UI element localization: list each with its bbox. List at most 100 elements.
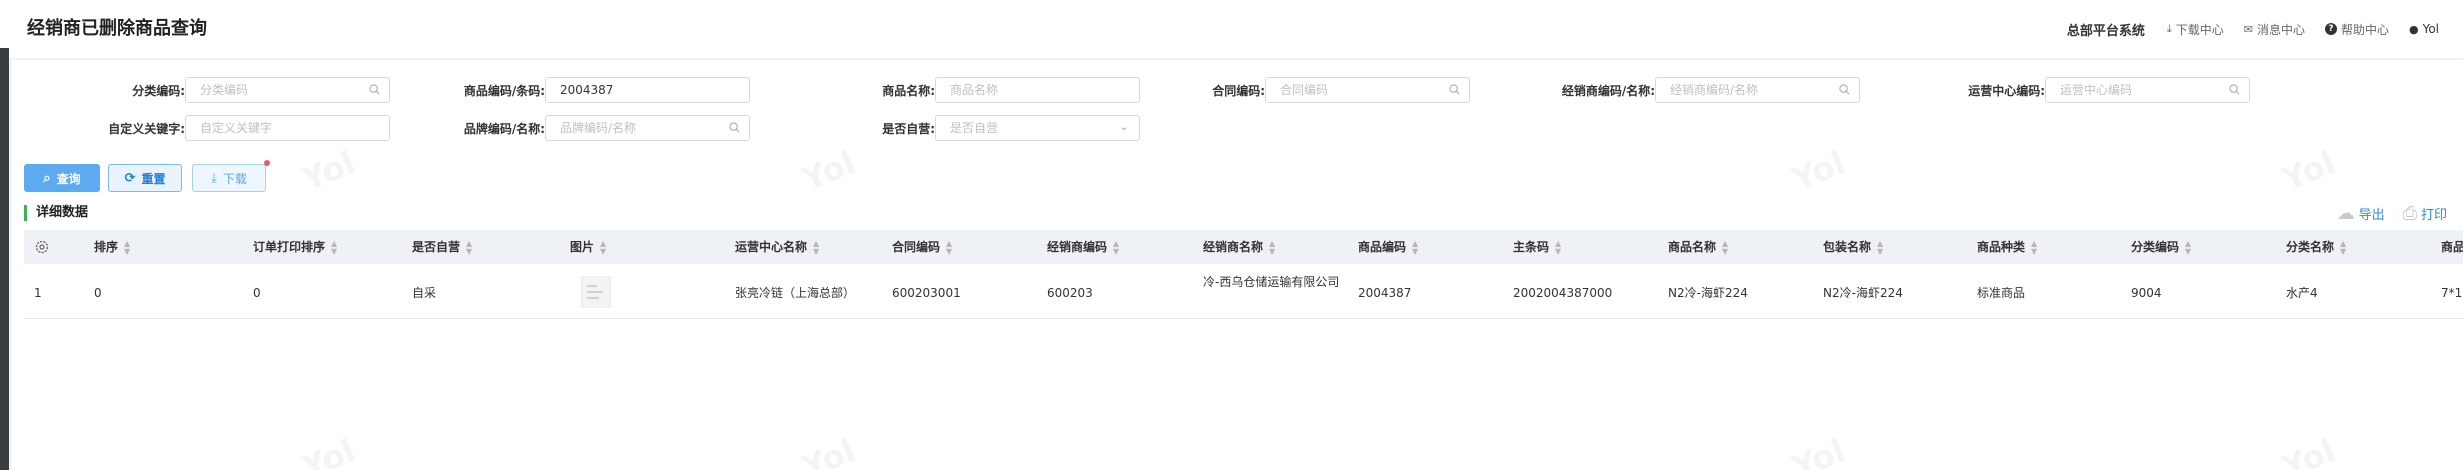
search-icon[interactable] xyxy=(369,84,380,95)
download-button[interactable]: ⤓ 下载 xyxy=(192,164,266,192)
contract-code-input[interactable]: 合同编码 xyxy=(1265,77,1470,103)
self-operated-label: 是否自营: xyxy=(882,122,935,136)
sort-icon[interactable]: ▲ ▼ xyxy=(1877,239,1883,256)
category-code-input[interactable]: 分类编码 xyxy=(185,77,390,103)
sort-icon[interactable]: ▲ ▼ xyxy=(1113,239,1119,256)
export-label: 导出 xyxy=(2358,208,2385,223)
sort-icon[interactable]: ▲ ▼ xyxy=(2185,239,2191,256)
watermark: Yol xyxy=(1787,143,1851,198)
sort-icon[interactable]: ▲ ▼ xyxy=(2031,239,2037,256)
column-header-label: 包装名称 xyxy=(1823,240,1872,254)
column-header-label: 运营中心名称 xyxy=(735,240,808,254)
sort-icon[interactable]: ▲ ▼ xyxy=(946,239,952,256)
column-header[interactable]: 订单打印排序 ▲ ▼ xyxy=(253,230,337,264)
column-header[interactable]: 主条码 ▲ ▼ xyxy=(1513,230,1561,264)
ops-center-input[interactable]: 运营中心编码 xyxy=(2045,77,2250,103)
search-icon[interactable] xyxy=(1449,84,1460,95)
column-header[interactable]: 分类编码 ▲ ▼ xyxy=(2131,230,2191,264)
export-button[interactable]: ☁ 导出 xyxy=(2337,203,2385,224)
column-header-label: 商品编码 xyxy=(1358,240,1407,254)
search-icon[interactable] xyxy=(2229,84,2240,95)
sort-icon[interactable]: ▲ ▼ xyxy=(2340,239,2346,256)
cell-contract: 600203001 xyxy=(892,286,961,300)
cell-dealer-name: 冷-西乌仓储运输有限公司 xyxy=(1203,275,1340,289)
gear-icon[interactable] xyxy=(34,239,50,255)
left-sidebar-strip xyxy=(0,0,9,470)
sort-icon[interactable]: ▲ ▼ xyxy=(1555,239,1561,256)
column-header[interactable]: 图片 ▲ ▼ xyxy=(570,230,606,264)
column-header[interactable]: 排序 ▲ ▼ xyxy=(94,230,130,264)
cell-extra: 7*1 xyxy=(2441,286,2463,300)
sort-icon[interactable]: ▲ ▼ xyxy=(1269,239,1275,256)
column-header[interactable]: 包装名称 ▲ ▼ xyxy=(1823,230,1883,264)
cell-category-name: 水产4 xyxy=(2286,286,2318,300)
contract-code-label: 合同编码: xyxy=(1212,84,1265,98)
product-code-value: 2004387 xyxy=(560,83,614,97)
product-name-input[interactable]: 商品名称 xyxy=(935,77,1140,103)
query-button[interactable]: ⌕ 查询 xyxy=(24,164,100,192)
ops-center-placeholder: 运营中心编码 xyxy=(2060,83,2133,97)
user-icon: ● xyxy=(2408,22,2419,36)
column-header[interactable]: 经销商编码 ▲ ▼ xyxy=(1047,230,1119,264)
product-code-input[interactable]: 2004387 xyxy=(545,77,750,103)
chevron-down-icon: ⌄ xyxy=(1119,122,1128,133)
cell-print-sort: 0 xyxy=(253,286,261,300)
column-header[interactable]: 商品名称 ▲ ▼ xyxy=(1668,230,1728,264)
watermark: Yol xyxy=(797,143,861,198)
sort-icon[interactable]: ▲ ▼ xyxy=(600,239,606,256)
sort-icon[interactable]: ▲ ▼ xyxy=(1722,239,1728,256)
column-header-label: 是否自营 xyxy=(412,240,461,254)
column-header-label: 分类编码 xyxy=(2131,240,2180,254)
column-header[interactable]: 商品编码 ▲ ▼ xyxy=(1358,230,1418,264)
product-thumbnail[interactable] xyxy=(581,276,611,308)
column-header[interactable]: 运营中心名称 ▲ ▼ xyxy=(735,230,819,264)
sort-icon[interactable]: ▲ ▼ xyxy=(331,239,337,256)
section-title: 详细数据 xyxy=(36,205,89,220)
table-header: 排序 ▲ ▼ 订单打印排序 ▲ ▼ 是否自营 ▲ ▼ 图片 ▲ ▼ 运营中心名称 ▲ ▼ 合同编码 ▲… xyxy=(24,230,2463,264)
sidebar-dark-edge xyxy=(0,48,9,470)
dealer-input[interactable]: 经销商编码/名称 xyxy=(1655,77,1860,103)
column-header[interactable]: 合同编码 ▲ ▼ xyxy=(892,230,952,264)
column-header-label: 合同编码 xyxy=(892,240,941,254)
column-header-label: 商品 xyxy=(2441,240,2463,254)
sort-icon[interactable]: ▲ ▼ xyxy=(124,239,130,256)
message-center-label: 消息中心 xyxy=(2256,22,2305,37)
row-index: 1 xyxy=(34,286,42,300)
search-icon[interactable] xyxy=(729,122,740,133)
table-row[interactable]: 1 0 0 自采 张亮冷链（上海总部） 600203001 600203 冷-西… xyxy=(24,268,2463,319)
column-header[interactable]: 商品种类 ▲ ▼ xyxy=(1977,230,2037,264)
message-center-link[interactable]: ✉ 消息中心 xyxy=(2244,21,2305,38)
column-header[interactable]: 是否自营 ▲ ▼ xyxy=(412,230,472,264)
column-header-label: 主条码 xyxy=(1513,240,1550,254)
refresh-icon: ⟳ xyxy=(124,170,136,186)
help-center-link[interactable]: ? 帮助中心 xyxy=(2324,21,2389,38)
watermark: Yol xyxy=(797,431,861,470)
sort-icon[interactable]: ▲ ▼ xyxy=(813,239,819,256)
self-operated-select[interactable]: 是否自营 ⌄ xyxy=(935,115,1140,141)
section-accent-bar xyxy=(24,205,27,221)
cell-ops-center: 张亮冷链（上海总部） xyxy=(735,286,856,300)
cell-dealer-code: 600203 xyxy=(1047,286,1093,300)
sort-icon[interactable]: ▲ ▼ xyxy=(1412,239,1418,256)
brand-input[interactable]: 品牌编码/名称 xyxy=(545,115,750,141)
column-header[interactable]: 分类名称 ▲ ▼ xyxy=(2286,230,2346,264)
sort-icon[interactable]: ▲ ▼ xyxy=(466,239,472,256)
column-header[interactable]: 经销商名称 ▲ ▼ xyxy=(1203,230,1275,264)
cell-package-name: N2冷-海虾224 xyxy=(1823,286,1903,300)
watermark: Yol xyxy=(297,431,361,470)
download-center-link[interactable]: ⤓ 下载中心 xyxy=(2167,21,2224,38)
cell-sort: 0 xyxy=(94,286,102,300)
reset-button-label: 重置 xyxy=(141,171,166,186)
category-code-placeholder: 分类编码 xyxy=(200,83,249,97)
custom-keyword-input[interactable]: 自定义关键字 xyxy=(185,115,390,141)
dealer-placeholder: 经销商编码/名称 xyxy=(1670,83,1759,97)
search-icon[interactable] xyxy=(1839,84,1850,95)
main-card: Yol Yol Yol Yol Yol Yol Yol Yol 分类编码: 分类… xyxy=(12,60,2463,470)
platform-name[interactable]: 总部平台系统 xyxy=(2067,20,2145,39)
reset-button[interactable]: ⟳ 重置 xyxy=(108,164,182,192)
cell-product-name: N2冷-海虾224 xyxy=(1668,286,1748,300)
print-button[interactable]: ⎙ 打印 xyxy=(2403,203,2447,224)
top-header: 经销商已删除商品查询 总部平台系统 ⤓ 下载中心 ✉ 消息中心 ? 帮助中心 ●… xyxy=(9,0,2463,58)
column-header[interactable]: 商品 xyxy=(2441,230,2463,264)
user-menu[interactable]: ● Yol xyxy=(2409,22,2439,36)
